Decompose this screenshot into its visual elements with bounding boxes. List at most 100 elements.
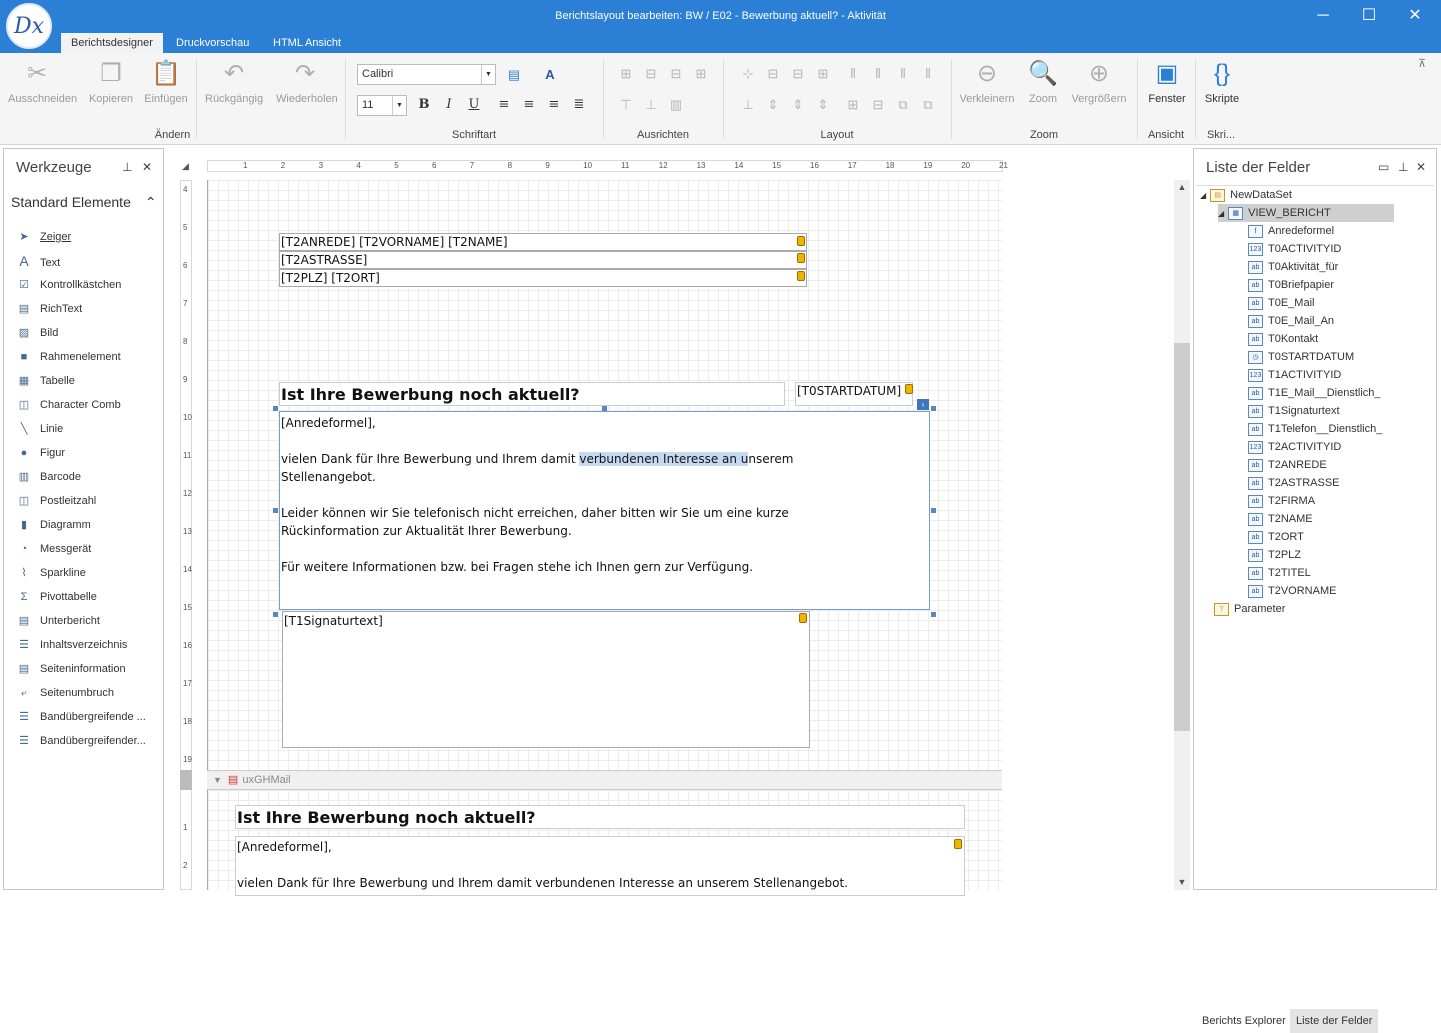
resize-handle[interactable] — [273, 612, 278, 617]
tree-node-field[interactable]: ◷ T0STARTDATUM — [1248, 348, 1354, 366]
close-icon[interactable]: ✕ — [1416, 160, 1426, 174]
tree-node-dataset[interactable]: ◢ ▤ NewDataSet — [1200, 186, 1292, 204]
hspace-remove-icon[interactable]: ⫴ — [919, 65, 937, 83]
collapse-triangle-icon[interactable]: ▼ — [213, 775, 222, 785]
tool-seiteninformation[interactable]: ▤ Seiteninformation — [16, 659, 161, 679]
vspace-increase-icon[interactable]: ⇕ — [764, 96, 782, 114]
tree-node-view-bericht[interactable]: ◢ ▦ VIEW_BERICHT — [1218, 204, 1394, 222]
tree-node-field[interactable]: ab T2ANREDE — [1248, 456, 1327, 474]
hspace-decrease-icon[interactable]: ⫴ — [894, 65, 912, 83]
resize-handle[interactable] — [273, 508, 278, 513]
scrollbar-thumb[interactable] — [1174, 343, 1190, 731]
align-lefts-icon[interactable]: ⊞ — [617, 65, 635, 83]
databinding-icon[interactable] — [905, 384, 913, 394]
tool-banduebergreifender[interactable]: ☰ Bandübergreifender... — [16, 731, 161, 751]
font-color-icon[interactable]: A — [541, 66, 559, 84]
scroll-up-icon[interactable]: ▲ — [1174, 182, 1190, 192]
richtext-body[interactable]: [Anredeformel], vielen Dank für Ihre Bew… — [279, 411, 930, 610]
tab-html-ansicht[interactable]: HTML Ansicht — [263, 33, 351, 53]
center-horizontally-icon[interactable]: ⊞ — [844, 96, 862, 114]
tab-druckvorschau[interactable]: Druckvorschau — [166, 33, 259, 53]
font-size-combo[interactable]: 11 ▼ — [357, 95, 407, 116]
vspace-remove-icon[interactable]: ⇕ — [814, 96, 832, 114]
band-header-uxghmail[interactable]: ▼ ▤ uxGHMail — [207, 770, 1002, 790]
cut-button[interactable]: ✂ Ausschneiden — [8, 59, 77, 105]
tree-node-field[interactable]: ab T0Briefpapier — [1248, 276, 1334, 294]
tree-node-field[interactable]: ab T2ASTRASSE — [1248, 474, 1340, 492]
tree-node-parameter[interactable]: ? Parameter — [1214, 600, 1285, 618]
tree-node-field[interactable]: ab T2VORNAME — [1248, 582, 1336, 600]
resize-handle[interactable] — [602, 406, 607, 411]
expand-triangle-icon[interactable]: ◢ — [1218, 209, 1224, 218]
align-grid-icon[interactable]: ▥ — [667, 96, 685, 114]
tool-kontrollkaestchen[interactable]: ☑ Kontrollkästchen — [16, 275, 161, 295]
font-name-combo[interactable]: Calibri ▼ — [357, 64, 496, 85]
tool-character-comb[interactable]: ◫ Character Comb — [16, 395, 161, 415]
richtext-body-2[interactable]: [Anredeformel], vielen Dank für Ihre Bew… — [235, 836, 965, 896]
tool-diagramm[interactable]: ▮ Diagramm — [16, 515, 161, 535]
minimize-button[interactable]: ─ — [1300, 0, 1346, 32]
align-centers-icon[interactable]: ⊟ — [642, 65, 660, 83]
field-startdatum[interactable]: [T0STARTDATUM] — [795, 382, 913, 406]
field-address-name[interactable]: [T2ANREDE] [T2VORNAME] [T2NAME] — [279, 233, 807, 251]
pin-ribbon-icon[interactable]: ⊼ — [1418, 57, 1426, 70]
layout-height-icon[interactable]: ⊟ — [789, 65, 807, 83]
align-bottoms-icon[interactable]: ⊥ — [642, 96, 660, 114]
tool-zeiger[interactable]: ➤ Zeiger — [16, 227, 161, 247]
paste-button[interactable]: 📋 Einfügen — [137, 59, 195, 105]
band-splitter[interactable] — [180, 770, 192, 790]
expand-triangle-icon[interactable]: ◢ — [1200, 191, 1206, 200]
undo-button[interactable]: ↶ Rückgängig — [205, 59, 263, 105]
align-center-icon[interactable]: ≡ — [520, 96, 538, 114]
redo-button[interactable]: ↷ Wiederholen — [276, 59, 338, 105]
resize-handle[interactable] — [931, 406, 936, 411]
layout-grid-icon[interactable]: ⊞ — [814, 65, 832, 83]
tool-figur[interactable]: ● Figur — [16, 443, 161, 463]
tree-node-field[interactable]: ab T2TITEL — [1248, 564, 1311, 582]
pin-icon[interactable]: ⊥ — [122, 160, 132, 174]
vspace-make-equal-icon[interactable]: ⊥ — [739, 96, 757, 114]
copy-button[interactable]: ❐ Kopieren — [82, 59, 140, 105]
databinding-icon[interactable] — [797, 271, 805, 281]
resize-handle[interactable] — [273, 406, 278, 411]
resize-handle[interactable] — [931, 508, 936, 513]
tool-richtext[interactable]: ▤ RichText — [16, 299, 161, 319]
tab-berichtsdesigner[interactable]: Berichtsdesigner — [61, 33, 163, 53]
tool-pivottabelle[interactable]: Σ Pivottabelle — [16, 587, 161, 607]
layout-size-icon[interactable]: ⊹ — [739, 65, 757, 83]
highlight-color-icon[interactable]: ▤ — [505, 66, 523, 84]
tree-node-field[interactable]: 123 T1ACTIVITYID — [1248, 366, 1341, 384]
tool-seitenumbruch[interactable]: ⤶ Seitenumbruch — [16, 683, 161, 703]
resize-handle[interactable] — [931, 612, 936, 617]
tree-node-field[interactable]: f Anredeformel — [1248, 222, 1334, 240]
tree-node-field[interactable]: ab T0E_Mail — [1248, 294, 1314, 312]
skripte-button[interactable]: {} Skripte — [1196, 59, 1248, 105]
zoom-in-button[interactable]: ⊕ Vergrößern — [1070, 59, 1128, 105]
databinding-icon[interactable] — [799, 613, 807, 623]
maximize-icon[interactable]: ▭ — [1378, 160, 1389, 174]
tool-banduebergreifende[interactable]: ☰ Bandübergreifende ... — [16, 707, 161, 727]
center-vertically-icon[interactable]: ⊟ — [869, 96, 887, 114]
field-address-street[interactable]: [T2ASTRASSE] — [279, 251, 807, 269]
tool-bild[interactable]: ▨ Bild — [16, 323, 161, 343]
hspace-make-equal-icon[interactable]: ⫴ — [844, 65, 862, 83]
databinding-icon[interactable] — [797, 236, 805, 246]
tree-node-field[interactable]: ab T2FIRMA — [1248, 492, 1315, 510]
tool-linie[interactable]: ╲ Linie — [16, 419, 161, 439]
tool-barcode[interactable]: ▥ Barcode — [16, 467, 161, 487]
scroll-down-icon[interactable]: ▼ — [1174, 877, 1190, 887]
align-middles-icon[interactable]: ⊤ — [617, 96, 635, 114]
close-icon[interactable]: ✕ — [142, 160, 152, 174]
align-tops-icon[interactable]: ⊞ — [692, 65, 710, 83]
tree-node-field[interactable]: ab T2PLZ — [1248, 546, 1301, 564]
align-left-icon[interactable]: ≡ — [495, 96, 513, 114]
field-signatur[interactable]: [T1Signaturtext] — [282, 611, 810, 748]
tree-node-field[interactable]: 123 T0ACTIVITYID — [1248, 240, 1341, 258]
tool-unterbericht[interactable]: ▤ Unterbericht — [16, 611, 161, 631]
tree-node-field[interactable]: ab T2NAME — [1248, 510, 1313, 528]
fenster-button[interactable]: ▣ Fenster — [1138, 59, 1196, 105]
field-address-city[interactable]: [T2PLZ] [T2ORT] — [279, 269, 807, 287]
bold-icon[interactable]: B — [415, 96, 433, 114]
bring-to-front-icon[interactable]: ⧉ — [894, 96, 912, 114]
report-heading[interactable]: Ist Ihre Bewerbung noch aktuell? — [279, 382, 785, 406]
